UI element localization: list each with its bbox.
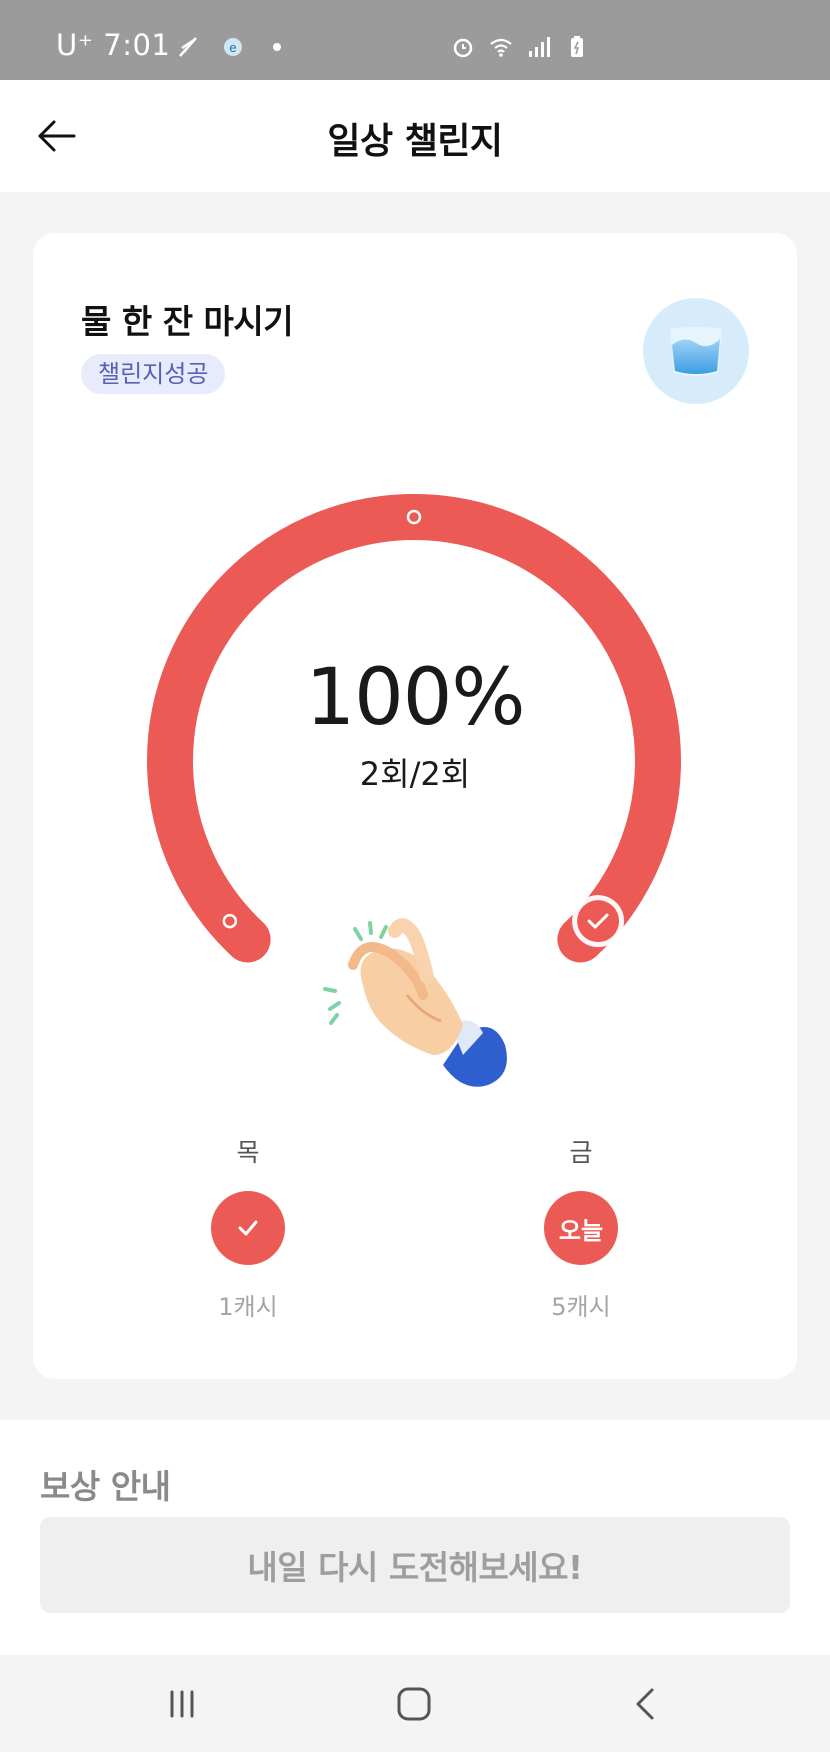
check-icon: [238, 1220, 258, 1236]
nav-back-button[interactable]: [616, 1681, 676, 1727]
day-reward: 5캐시: [551, 1293, 611, 1321]
status-carrier-time: U⁺ 7:01: [56, 28, 171, 62]
status-icons-left: e: [176, 34, 290, 60]
gauge-start-marker: [222, 913, 238, 929]
progress-percent: 100%: [305, 653, 526, 743]
day-status-done: [211, 1191, 285, 1265]
wifi-icon: [490, 38, 512, 57]
gauge-mid-marker: [406, 509, 422, 525]
progress-count: 2회/2회: [359, 755, 471, 793]
dot-icon: [273, 43, 281, 51]
progress-gauge: [147, 494, 681, 963]
challenge-card: 물 한 잔 마시기 챌린지성공 100% 2회/2회 목 1캐시 금 오늘 5캐…: [33, 233, 797, 1379]
recent-apps-icon: [170, 1690, 194, 1718]
signal-icon: [529, 37, 550, 57]
day-column-fri: 금 오늘 5캐시: [521, 1133, 641, 1322]
page-title: 일상 챌린지: [327, 121, 503, 162]
day-reward: 1캐시: [218, 1293, 278, 1321]
day-column-thu: 목 1캐시: [188, 1133, 308, 1322]
day-label: 금: [569, 1138, 593, 1167]
status-bar: U⁺ 7:01 e: [0, 0, 830, 80]
system-nav-bar: [0, 1655, 830, 1752]
home-icon: [397, 1687, 431, 1721]
home-button[interactable]: [384, 1681, 444, 1727]
reward-heading: 보상 안내: [40, 1467, 171, 1506]
day-status-today: 오늘: [544, 1191, 618, 1265]
recent-apps-button[interactable]: [152, 1681, 212, 1727]
challenge-title: 물 한 잔 마시기: [81, 302, 294, 341]
status-badge: 챌린지성공: [81, 354, 226, 394]
reward-info-section: 보상 안내 내일 다시 도전해보세요!: [0, 1420, 830, 1655]
svg-text:e: e: [229, 40, 236, 55]
retry-message-button[interactable]: 내일 다시 도전해보세요!: [40, 1517, 790, 1613]
clapping-hands-icon: [323, 918, 507, 1087]
app-header: 일상 챌린지: [0, 80, 830, 192]
app-notification-icon: e: [224, 38, 242, 56]
water-glass-icon: [643, 298, 749, 404]
battery-icon: [571, 36, 583, 57]
alarm-icon: [453, 38, 473, 58]
feather-icon: [179, 37, 197, 57]
back-icon: [636, 1688, 654, 1720]
day-label: 목: [236, 1138, 260, 1167]
status-icons-right: [450, 34, 590, 60]
gauge-complete-knob: [572, 895, 625, 948]
